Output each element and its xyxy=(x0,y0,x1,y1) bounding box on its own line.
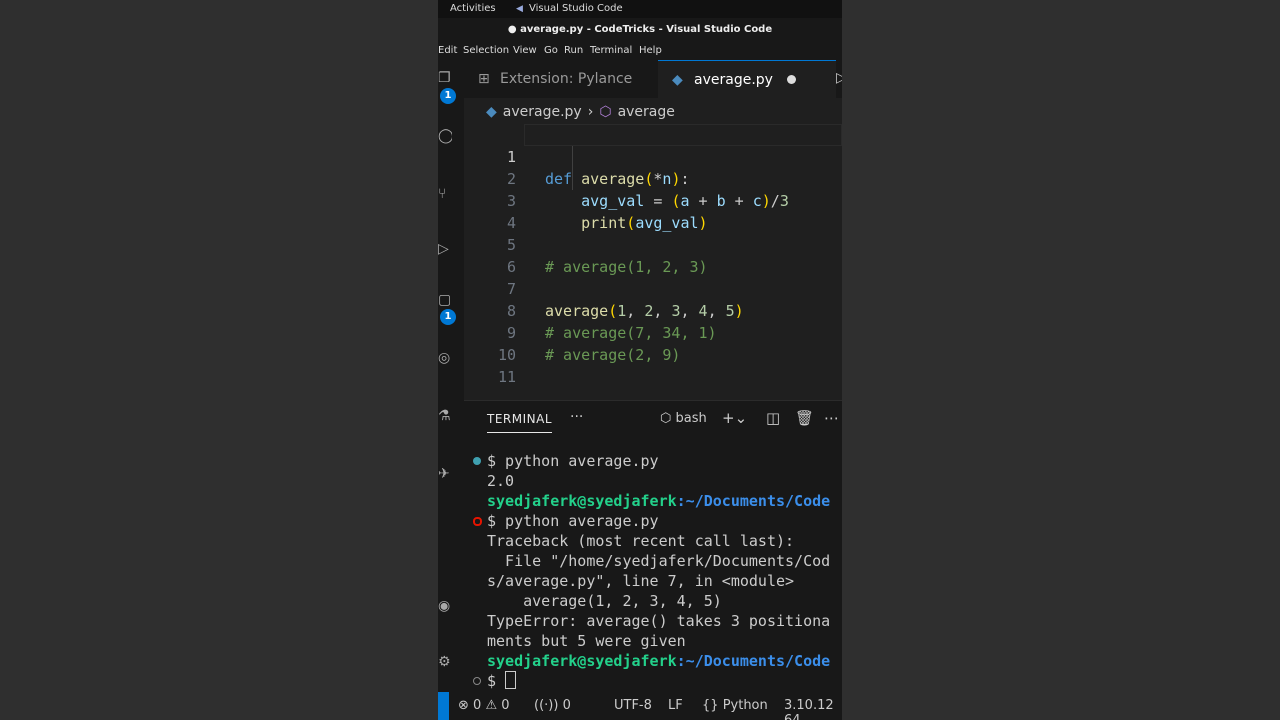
tab-terminal[interactable]: TERMINAL xyxy=(487,412,553,433)
error-icon: ⊗ xyxy=(458,698,469,713)
docker-icon[interactable]: ✈ xyxy=(438,466,452,484)
terminal-line: s/average.py", line 7, in <module> xyxy=(487,572,795,590)
code-line: 3 print(avg_val) xyxy=(464,168,842,232)
terminal-line: $ python average.py xyxy=(487,452,659,470)
run-python-file-icon[interactable]: ▷⌄ xyxy=(836,70,842,86)
activities-button[interactable]: Activities xyxy=(450,3,496,14)
broadcast-icon: ((·)) xyxy=(534,698,559,713)
python-file-icon: ◆ xyxy=(672,72,683,88)
remote-indicator[interactable] xyxy=(438,692,449,720)
app-menu[interactable]: ◀ Visual Studio Code xyxy=(516,3,623,14)
terminal-line: average(1, 2, 3, 4, 5) xyxy=(487,592,722,610)
terminal-line: ments but 5 were given xyxy=(487,632,686,650)
app-name: Visual Studio Code xyxy=(529,3,623,14)
terminal-header: TERMINAL ··· ⬡ bash +⌄ ◫ 🗑 ⋯ xyxy=(464,401,842,439)
language-status[interactable]: {} Python xyxy=(702,698,768,713)
terminal-cursor xyxy=(505,671,517,689)
tab-label: Extension: Pylance xyxy=(500,71,633,87)
breadcrumb-symbol[interactable]: average xyxy=(618,104,675,120)
python-version-status[interactable]: 3.10.12 64 xyxy=(784,698,842,720)
search-icon[interactable]: ◯ xyxy=(438,128,452,146)
menu-help[interactable]: Help xyxy=(639,45,662,56)
code-line: 7 average(1, 2, 3, 4, 5) xyxy=(464,256,842,320)
eol-status[interactable]: LF xyxy=(668,698,683,713)
breadcrumb: ◆ average.py › ⬡ average xyxy=(486,101,681,123)
menu-terminal[interactable]: Terminal xyxy=(590,45,632,56)
code-line: 10 xyxy=(464,322,842,364)
menu-go[interactable]: Go xyxy=(544,45,558,56)
menu-selection[interactable]: Selection xyxy=(463,45,509,56)
terminal-shell-selector[interactable]: ⬡ bash xyxy=(660,411,707,426)
vscode-window: Activities ◀ Visual Studio Code ● average… xyxy=(438,0,842,720)
code-line: 9 # average(2, 9) xyxy=(464,300,842,364)
window-title: ● average.py - CodeTricks - Visual Studi… xyxy=(438,18,842,42)
warning-icon: ⚠ xyxy=(485,698,498,713)
terminal-line: 2.0 xyxy=(487,472,515,490)
video-left-margin xyxy=(0,0,438,720)
code-line: 11 xyxy=(464,344,842,386)
code-line: 8 # average(7, 34, 1) xyxy=(464,278,842,342)
source-control-icon[interactable]: ⑂ xyxy=(438,186,452,204)
more-icon[interactable]: ⋯ xyxy=(824,409,839,427)
terminal-line: Traceback (most recent call last): xyxy=(487,532,795,550)
code-line: 5 # average(1, 2, 3) xyxy=(464,212,842,276)
breadcrumb-file[interactable]: average.py xyxy=(503,104,582,120)
error-circle-icon xyxy=(473,517,482,526)
split-terminal-icon[interactable]: ◫ xyxy=(766,409,780,427)
tab-average-py[interactable]: ◆ average.py xyxy=(658,60,836,98)
python-file-icon: ◆ xyxy=(486,104,497,120)
menu-run[interactable]: Run xyxy=(564,45,583,56)
menu-bar: Edit Selection View Go Run Terminal Help xyxy=(438,42,842,60)
status-bar: ⊗ 0 ⚠ 0 ((·)) 0 UTF-8 LF {} Python 3.10.… xyxy=(438,692,842,720)
idle-circle-icon xyxy=(473,677,481,685)
code-line: 1 def average(*n): xyxy=(464,124,842,188)
terminal-panel: TERMINAL ··· ⬡ bash +⌄ ◫ 🗑 ⋯ $ python av… xyxy=(464,400,842,693)
problems-status[interactable]: ⊗ 0 ⚠ 0 xyxy=(458,698,510,713)
os-top-bar: Activities ◀ Visual Studio Code xyxy=(438,0,842,18)
remote-explorer-icon[interactable]: ◎ xyxy=(438,350,452,368)
terminal-line: File "/home/syedjaferk/Documents/Cod xyxy=(487,552,831,570)
menu-view[interactable]: View xyxy=(513,45,537,56)
explorer-badge: 1 xyxy=(440,88,456,104)
testing-icon[interactable]: ⚗ xyxy=(438,408,452,426)
terminal-prompt: syedjaferk@syedjaferk:~/Documents/Code xyxy=(487,492,831,510)
line-number: 11 xyxy=(497,368,516,386)
terminal-line: TypeError: average() takes 3 positiona xyxy=(487,612,831,630)
terminal-prompt: syedjaferk@syedjaferk:~/Documents/Code xyxy=(487,652,831,670)
unsaved-dot-icon[interactable] xyxy=(786,75,796,84)
shell-name: bash xyxy=(675,411,707,426)
success-dot-icon xyxy=(473,457,481,465)
extensions-icon[interactable]: ▢ xyxy=(438,292,452,310)
new-terminal-icon[interactable]: +⌄ xyxy=(722,409,747,427)
tab-extension-pylance[interactable]: ⊞ Extension: Pylance xyxy=(464,60,658,98)
account-icon[interactable]: ◉ xyxy=(438,598,452,616)
code-line: 4 xyxy=(464,190,842,232)
activity-bar: ❐ 1 ◯ ⑂ ▷ ▢ 1 ◎ ⚗ ✈ ◉ ⚙ xyxy=(438,60,464,692)
braces-icon: {} xyxy=(702,698,719,713)
trash-icon[interactable]: 🗑 xyxy=(795,409,814,427)
code-line: 2 avg_val = (a + b + c)/3 xyxy=(464,146,842,210)
chevron-right-icon: › xyxy=(587,104,594,120)
run-debug-icon[interactable]: ▷ xyxy=(438,241,452,259)
terminal-icon: ⬡ xyxy=(660,411,676,426)
ports-status[interactable]: ((·)) 0 xyxy=(534,698,571,713)
menu-edit[interactable]: Edit xyxy=(438,45,457,56)
editor-tabs: ⊞ Extension: Pylance ◆ average.py ▷⌄ xyxy=(464,60,842,98)
more-actions-icon[interactable]: ··· xyxy=(570,409,583,425)
video-right-margin xyxy=(842,0,1280,720)
symbol-method-icon: ⬡ xyxy=(599,104,612,120)
settings-gear-icon[interactable]: ⚙ xyxy=(438,654,452,672)
code-editor[interactable]: 1 def average(*n): 2 avg_val = (a + b + … xyxy=(464,124,842,400)
extension-icon: ⊞ xyxy=(478,71,490,87)
explorer-icon[interactable]: ❐ xyxy=(438,70,452,88)
vscode-icon: ◀ xyxy=(516,4,523,14)
terminal-input-line: $ xyxy=(487,671,517,691)
encoding-status[interactable]: UTF-8 xyxy=(614,698,652,713)
terminal-line: $ python average.py xyxy=(487,512,659,530)
extensions-badge: 1 xyxy=(440,309,456,325)
tab-label: average.py xyxy=(694,72,773,88)
code-line: 6 xyxy=(464,234,842,276)
